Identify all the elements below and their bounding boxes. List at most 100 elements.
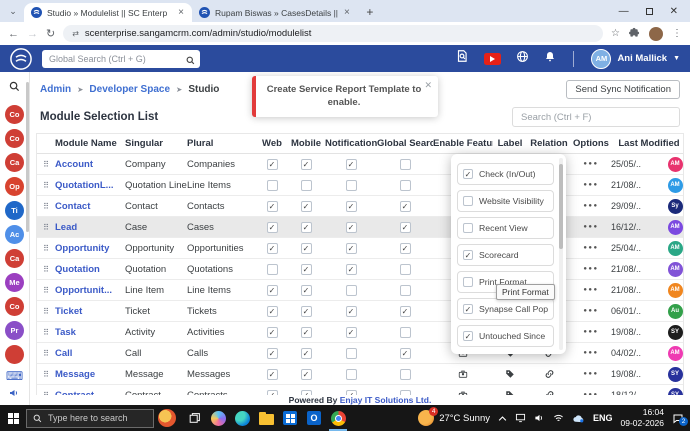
feature-checkbox[interactable] <box>463 169 473 179</box>
notification-checkbox[interactable] <box>345 347 357 359</box>
mobile-checkbox[interactable] <box>300 200 312 212</box>
sidebar-search-icon[interactable] <box>9 79 20 97</box>
feature-option[interactable]: Website Visibility <box>457 190 554 212</box>
table-row[interactable]: ⠿ QuotationL... Quotation Line ... Line … <box>37 175 683 196</box>
options-menu-icon[interactable]: ●●● <box>571 182 611 188</box>
drag-handle-icon[interactable]: ⠿ <box>37 265 55 274</box>
notification-checkbox[interactable] <box>345 284 357 296</box>
file-explorer-icon[interactable] <box>254 405 278 431</box>
tab-close-icon[interactable]: × <box>343 7 351 18</box>
sidebar-module-icon[interactable]: Me <box>5 272 24 292</box>
tray-monitor-icon[interactable] <box>515 413 526 423</box>
tab-close-icon[interactable]: × <box>177 7 185 18</box>
drag-handle-icon[interactable]: ⠿ <box>37 328 55 337</box>
module-name-link[interactable]: Quotation <box>55 264 125 275</box>
notification-checkbox[interactable] <box>345 158 357 170</box>
browser-menu-icon[interactable]: ⋮ <box>672 28 682 39</box>
options-menu-icon[interactable]: ●●● <box>571 203 611 209</box>
global-search-checkbox[interactable] <box>399 263 411 275</box>
web-checkbox[interactable] <box>266 179 278 191</box>
breadcrumb-developer-space[interactable]: Developer Space <box>89 84 170 95</box>
mobile-checkbox[interactable] <box>300 179 312 191</box>
options-menu-icon[interactable]: ●●● <box>571 308 611 314</box>
keyboard-icon[interactable]: ⌨ <box>6 369 23 383</box>
table-row[interactable]: ⠿ Lead Case Cases ●●● 16/12/.. AM <box>37 217 683 238</box>
sidebar-scrollbar[interactable] <box>26 82 29 232</box>
mobile-checkbox[interactable] <box>300 347 312 359</box>
close-icon[interactable]: ✕ <box>670 6 678 17</box>
module-name-link[interactable]: Task <box>55 327 125 338</box>
options-menu-icon[interactable]: ●●● <box>571 371 611 377</box>
notification-checkbox[interactable] <box>345 221 357 233</box>
table-row[interactable]: ⠿ Opportunit... Line Item Line Items ●●●… <box>37 280 683 301</box>
globe-icon[interactable] <box>516 50 529 68</box>
tray-chevron-up-icon[interactable] <box>498 415 507 422</box>
relation-icon[interactable] <box>527 369 571 379</box>
sidebar-module-icon[interactable]: Co <box>5 128 24 148</box>
mobile-checkbox[interactable] <box>300 221 312 233</box>
options-menu-icon[interactable]: ●●● <box>571 266 611 272</box>
options-menu-icon[interactable]: ●●● <box>571 161 611 167</box>
table-row[interactable]: ⠿ Quotation Quotation Quotations ●●● 21/… <box>37 259 683 280</box>
notification-checkbox[interactable] <box>345 368 357 380</box>
footer-company-link[interactable]: Enjay IT Solutions Ltd. <box>340 395 432 405</box>
label-icon[interactable] <box>493 369 527 379</box>
new-tab-button[interactable]: + <box>362 4 378 20</box>
global-search-checkbox[interactable] <box>399 305 411 317</box>
module-name-link[interactable]: Opportunity <box>55 243 125 254</box>
mobile-checkbox[interactable] <box>300 305 312 317</box>
user-menu[interactable]: AM Ani Mallick ▼ <box>591 48 680 69</box>
minimize-icon[interactable]: — <box>619 6 629 17</box>
options-menu-icon[interactable]: ●●● <box>571 287 611 293</box>
tray-network-icon[interactable] <box>553 413 564 423</box>
start-button[interactable] <box>0 405 26 431</box>
drag-handle-icon[interactable]: ⠿ <box>37 202 55 211</box>
sidebar-module-icon[interactable]: Co <box>5 296 24 316</box>
language-indicator[interactable]: ENG <box>593 413 613 423</box>
task-view-icon[interactable] <box>182 405 206 431</box>
feature-checkbox[interactable] <box>463 223 473 233</box>
popup-scrollbar-thumb[interactable] <box>559 164 563 249</box>
sidebar-module-icon[interactable] <box>5 344 24 364</box>
site-settings-icon[interactable]: ⇄ <box>72 29 79 38</box>
feature-option[interactable]: Untouched Since <box>457 325 554 347</box>
megaphone-icon[interactable] <box>8 386 21 404</box>
global-search-checkbox[interactable] <box>399 284 411 296</box>
notification-center-icon[interactable]: 2 <box>672 413 688 426</box>
edge-icon[interactable] <box>230 405 254 431</box>
global-search-checkbox[interactable] <box>399 200 411 212</box>
web-checkbox[interactable] <box>266 326 278 338</box>
drag-handle-icon[interactable]: ⠿ <box>37 160 55 169</box>
drag-handle-icon[interactable]: ⠿ <box>37 307 55 316</box>
sidebar-module-icon[interactable]: Pr <box>5 320 24 340</box>
mobile-checkbox[interactable] <box>300 326 312 338</box>
global-search-checkbox[interactable] <box>399 347 411 359</box>
extensions-icon[interactable] <box>629 25 640 43</box>
module-name-link[interactable]: Opportunit... <box>55 285 125 296</box>
taskbar-search-box[interactable]: Type here to search <box>26 408 154 428</box>
bookmark-star-icon[interactable]: ☆ <box>611 28 620 39</box>
browser-tab-inactive[interactable]: Rupam Biswas » CasesDetails || × <box>192 3 358 22</box>
notification-checkbox[interactable] <box>345 179 357 191</box>
url-field[interactable]: ⇄ scenterprise.sangamcrm.com/admin/studi… <box>63 25 604 42</box>
module-name-link[interactable]: Message <box>55 369 125 380</box>
global-search-checkbox[interactable] <box>399 326 411 338</box>
feature-option[interactable]: Recent View <box>457 217 554 239</box>
options-menu-icon[interactable]: ●●● <box>571 224 611 230</box>
drag-handle-icon[interactable]: ⠿ <box>37 244 55 253</box>
youtube-icon[interactable] <box>484 52 502 65</box>
options-menu-icon[interactable]: ●●● <box>571 350 611 356</box>
options-menu-icon[interactable]: ●●● <box>571 245 611 251</box>
table-row[interactable]: ⠿ Message Message Messages ●●● 19/08/.. … <box>37 364 683 385</box>
global-search-checkbox[interactable] <box>399 158 411 170</box>
drag-handle-icon[interactable]: ⠿ <box>37 181 55 190</box>
table-row[interactable]: ⠿ Contact Contact Contacts ●●● 29/09/.. … <box>37 196 683 217</box>
web-checkbox[interactable] <box>266 263 278 275</box>
mobile-checkbox[interactable] <box>300 368 312 380</box>
restore-icon[interactable] <box>645 7 653 15</box>
feature-option[interactable]: Synapse Call Popup <box>457 298 554 320</box>
browser-profile-avatar[interactable] <box>649 26 663 41</box>
notification-checkbox[interactable] <box>345 200 357 212</box>
chrome-icon[interactable] <box>326 405 350 431</box>
microsoft-store-icon[interactable] <box>278 405 302 431</box>
